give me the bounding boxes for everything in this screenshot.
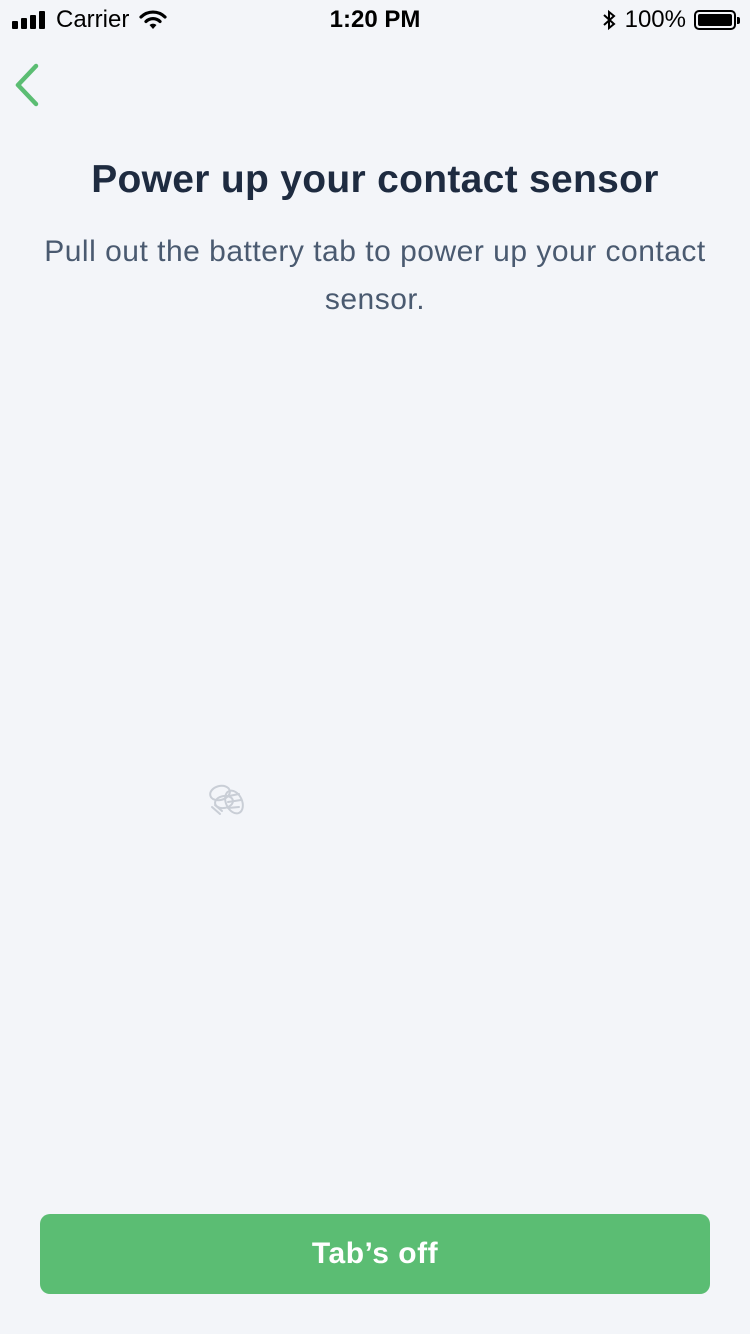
status-right: 100% xyxy=(601,6,740,34)
screen: Carrier 1:20 PM 100% Power up your conta… xyxy=(0,0,750,1334)
page-title: Power up your contact sensor xyxy=(91,158,659,201)
tabs-off-button[interactable]: Tab’s off xyxy=(40,1214,710,1294)
chevron-left-icon xyxy=(15,63,39,107)
status-bar: Carrier 1:20 PM 100% xyxy=(0,0,750,40)
back-button[interactable] xyxy=(8,58,58,114)
bluetooth-icon xyxy=(602,9,616,31)
battery-icon xyxy=(694,10,740,30)
battery-percent: 100% xyxy=(624,6,686,33)
bee-icon xyxy=(209,784,244,815)
battery-fill xyxy=(698,14,732,26)
page-subtitle: Pull out the battery tab to power up you… xyxy=(44,235,706,316)
